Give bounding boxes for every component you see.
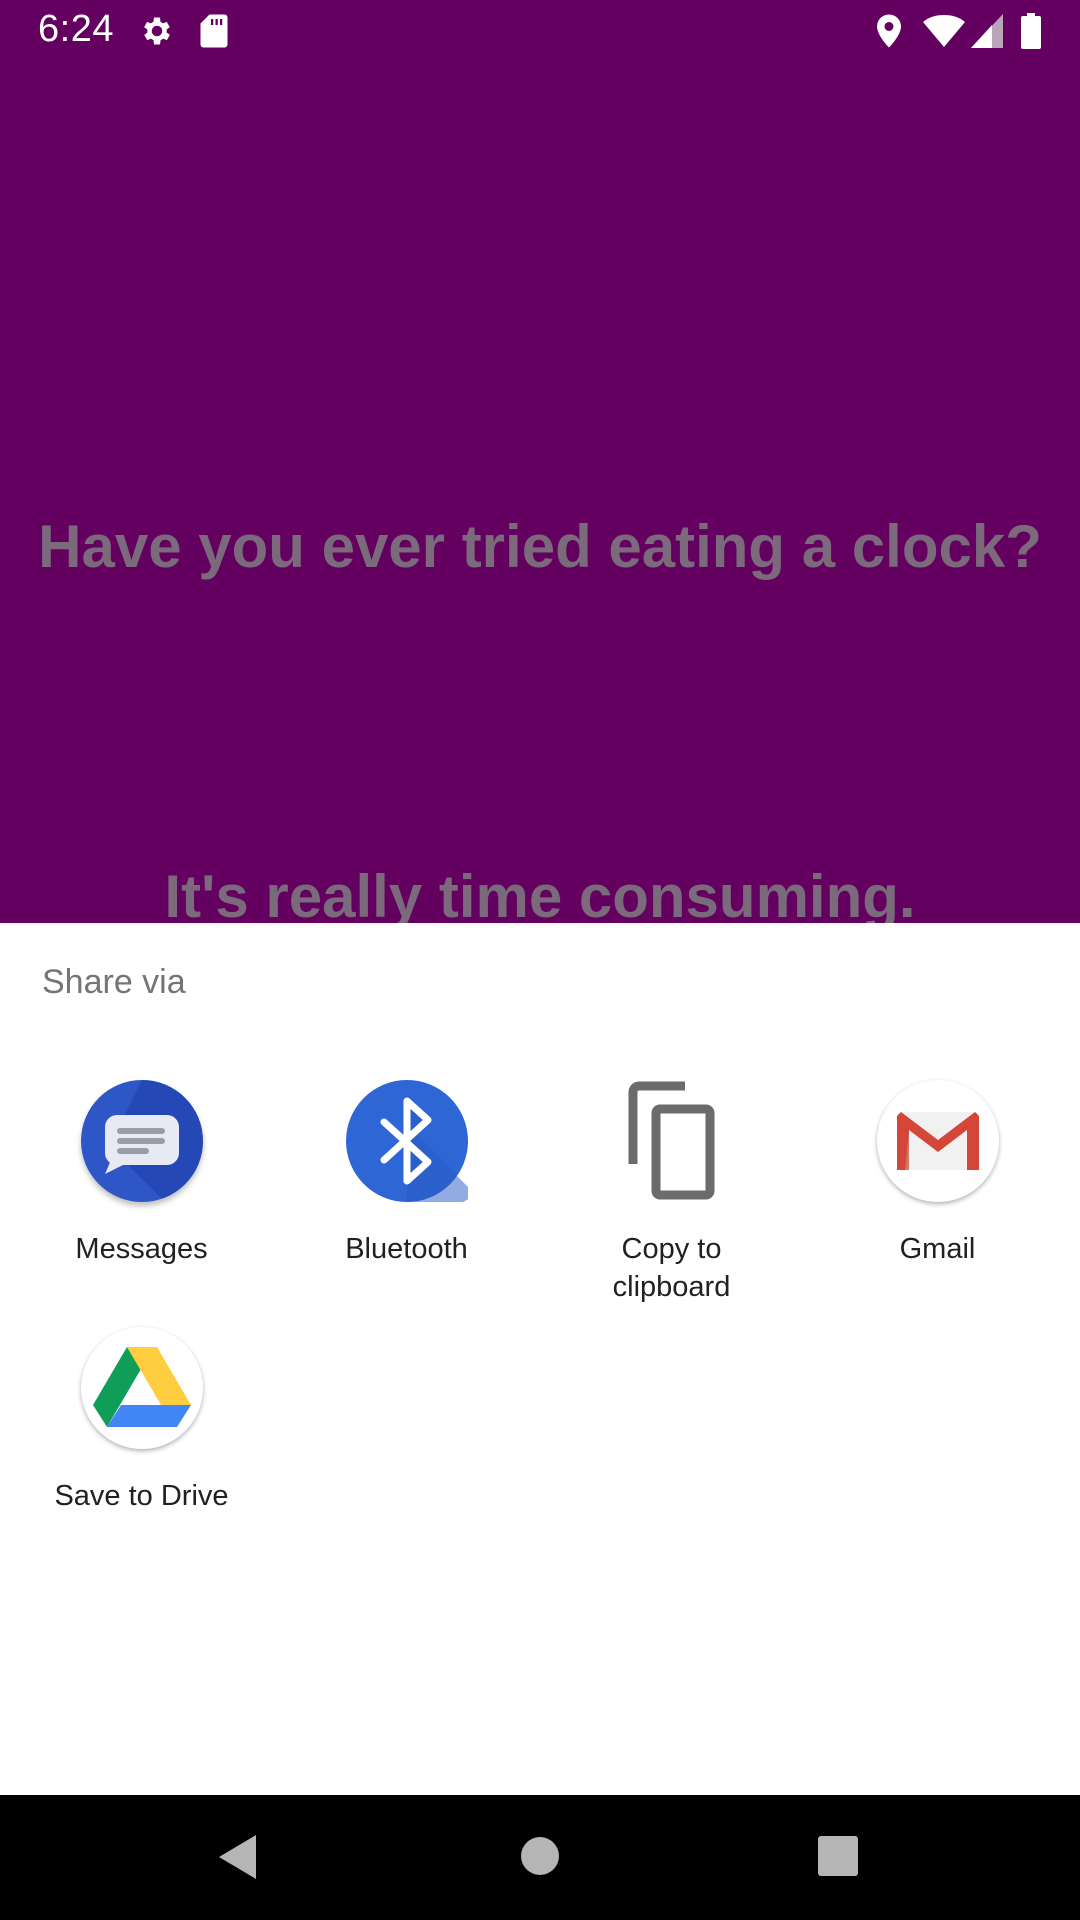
share-target-label-line2: clipboard	[612, 1271, 731, 1303]
status-time: 6:24	[38, 8, 114, 50]
share-target-save-to-drive[interactable]: Save to Drive	[9, 1327, 274, 1527]
sd-card-icon	[198, 13, 230, 54]
settings-icon	[139, 13, 175, 54]
copy-icon	[611, 1080, 733, 1202]
screen: 6:24 Have you ever tried eating a clock?…	[0, 0, 1080, 1920]
share-target-label: Bluetooth	[345, 1233, 468, 1265]
share-target-messages[interactable]: Messages	[9, 1080, 274, 1280]
signal-icon	[970, 13, 1004, 54]
share-target-label: Save to Drive	[54, 1480, 229, 1512]
share-target-label: Copy to clipboard	[539, 1230, 804, 1306]
share-target-bluetooth[interactable]: Bluetooth	[274, 1080, 539, 1280]
battery-icon	[1021, 13, 1041, 54]
bluetooth-icon	[346, 1080, 475, 1209]
messages-icon	[81, 1080, 204, 1202]
gmail-icon	[877, 1080, 999, 1202]
share-sheet: Share via Messages Bluetooth Copy to cli…	[0, 923, 1080, 1795]
recents-icon[interactable]	[817, 1835, 859, 1882]
joke-answer: It's really time consuming.	[164, 863, 916, 930]
navigation-bar	[0, 1795, 1080, 1920]
status-bar: 6:24	[0, 0, 1080, 63]
share-target-label: Gmail	[899, 1233, 976, 1265]
share-target-gmail[interactable]: Gmail	[805, 1080, 1070, 1280]
share-sheet-title: Share via	[42, 963, 186, 1001]
drive-icon	[81, 1327, 203, 1449]
wifi-icon	[922, 13, 966, 54]
home-icon[interactable]	[520, 1836, 560, 1881]
share-target-label: Messages	[75, 1233, 208, 1265]
back-icon[interactable]	[216, 1833, 260, 1886]
location-icon	[874, 13, 904, 54]
joke-question: Have you ever tried eating a clock?	[38, 513, 1042, 580]
share-target-label-line1: Copy to	[621, 1233, 722, 1265]
share-target-copy-to-clipboard[interactable]: Copy to clipboard	[539, 1080, 804, 1320]
